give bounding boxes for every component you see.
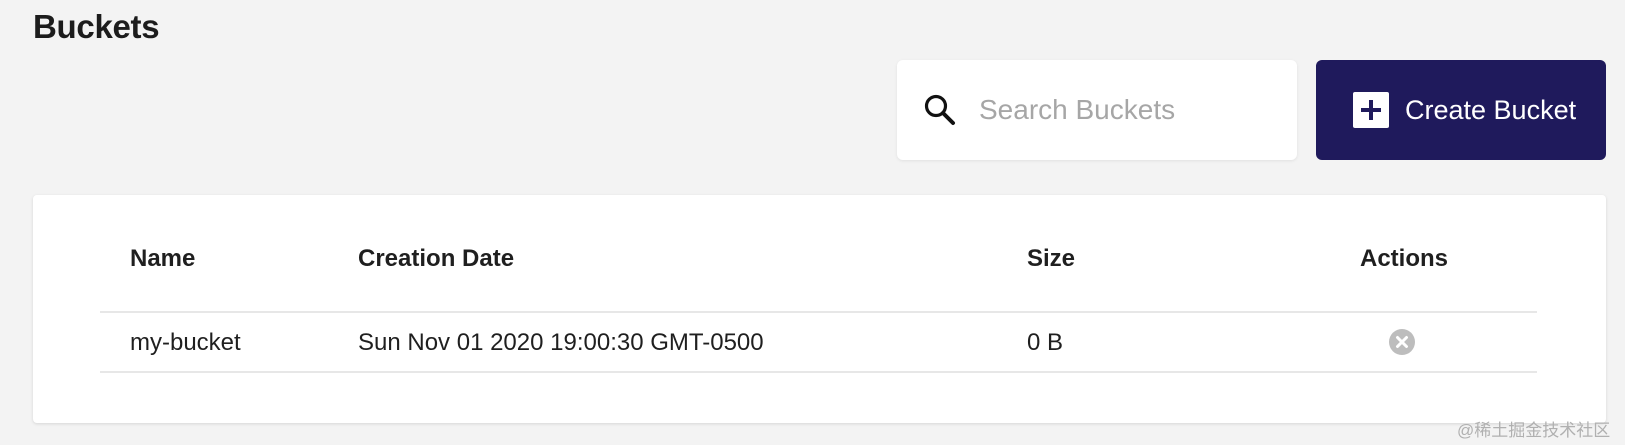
search-input[interactable] bbox=[979, 94, 1279, 126]
bucket-name[interactable]: my-bucket bbox=[130, 329, 241, 357]
bucket-size: 0 B bbox=[1027, 329, 1064, 356]
bucket-creation-date: Sun Nov 01 2020 19:00:30 GMT-0500 bbox=[358, 329, 764, 356]
column-header-size[interactable]: Size bbox=[1027, 245, 1075, 273]
search-box[interactable] bbox=[897, 60, 1297, 160]
delete-icon[interactable] bbox=[1388, 328, 1416, 356]
column-header-actions: Actions bbox=[1360, 245, 1449, 272]
search-icon bbox=[923, 93, 957, 127]
column-header-name[interactable]: Name bbox=[130, 245, 195, 273]
page-title: Buckets bbox=[33, 8, 160, 45]
table-header-row: Name Creation Date Size Actions bbox=[100, 195, 1537, 313]
create-bucket-label: Create Bucket bbox=[1405, 94, 1577, 125]
buckets-table-panel: Name Creation Date Size Actions my-bucke… bbox=[33, 195, 1606, 423]
plus-icon bbox=[1353, 92, 1389, 128]
table-row[interactable]: my-bucket Sun Nov 01 2020 19:00:30 GMT-0… bbox=[100, 311, 1537, 373]
watermark: @稀土掘金技术社区 bbox=[1457, 421, 1611, 440]
column-header-creation-date[interactable]: Creation Date bbox=[358, 245, 514, 273]
create-bucket-button[interactable]: Create Bucket bbox=[1316, 60, 1606, 160]
